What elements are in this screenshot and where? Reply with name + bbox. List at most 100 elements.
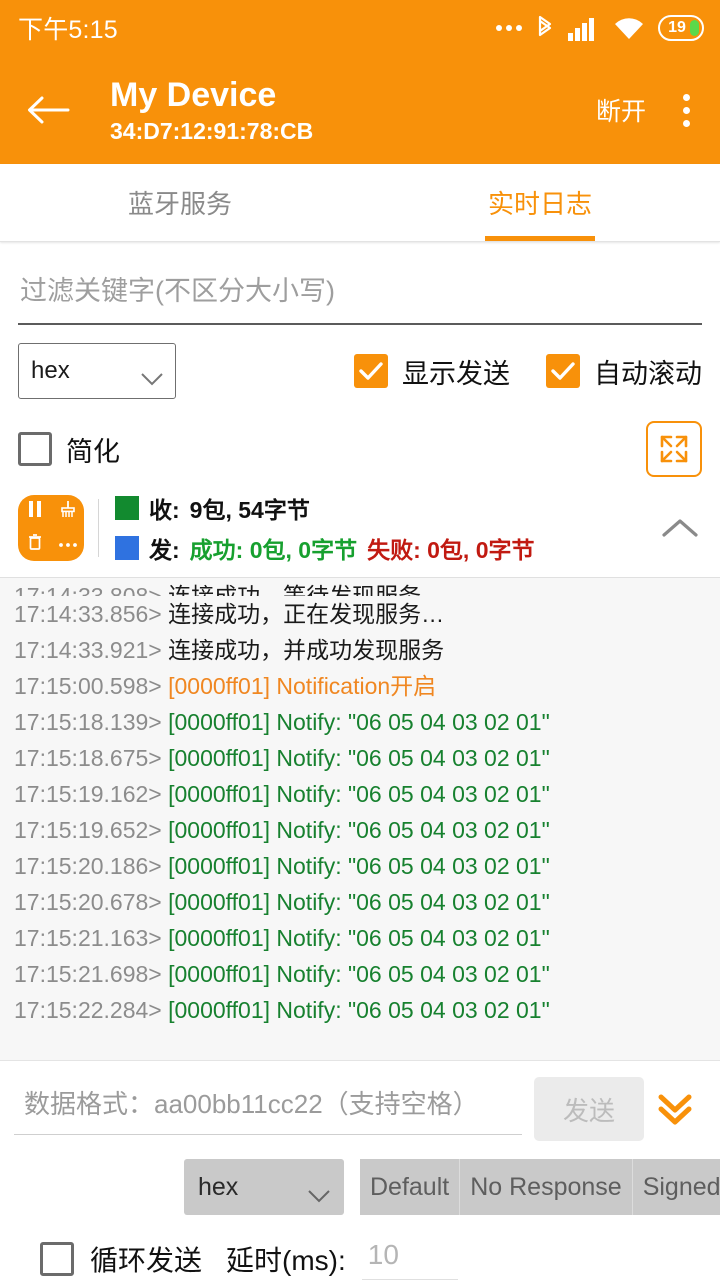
log-output[interactable]: 17:14:33.808> 连接成功，等待发现服务 17:14:33.856> … [0, 577, 720, 1060]
loop-send-row: 循环发送 延时(ms): [0, 1215, 720, 1280]
write-format-select[interactable]: hex [184, 1159, 344, 1215]
tab-bluetooth-services[interactable]: 蓝牙服务 [0, 164, 360, 241]
loop-send-label: 循环发送 [90, 1239, 202, 1279]
chevron-down-icon [141, 365, 163, 378]
log-control-button[interactable] [18, 495, 84, 561]
log-message: 连接成功，等待发现服务 [168, 583, 421, 596]
log-message: [0000ff01] Notify: "06 05 04 03 02 01" [168, 709, 550, 735]
chevron-up-icon[interactable] [658, 517, 702, 539]
log-line: 17:15:22.284> [0000ff01] Notify: "06 05 … [14, 992, 706, 1028]
rx-value: 9包, 54字节 [190, 491, 310, 525]
simplify-checkbox-group[interactable]: 简化 [18, 430, 120, 469]
log-message: [0000ff01] Notification开启 [168, 673, 436, 699]
filter-input[interactable] [18, 272, 702, 325]
log-timestamp: 17:15:20.678> [14, 889, 162, 915]
log-options-row-2: 简化 [0, 399, 720, 477]
more-dots-icon [496, 25, 522, 31]
auto-scroll-label: 自动滚动 [594, 352, 702, 391]
log-timestamp: 17:15:21.698> [14, 961, 162, 987]
log-message: [0000ff01] Notify: "06 05 04 03 02 01" [168, 853, 550, 879]
tx-fail-value: 失败: 0包, 0字节 [367, 531, 534, 565]
log-timestamp: 17:15:19.162> [14, 781, 162, 807]
log-timestamp: 17:15:00.598> [14, 673, 162, 699]
show-send-checkbox[interactable] [354, 354, 388, 388]
simplify-checkbox[interactable] [18, 432, 52, 466]
fullscreen-expand-icon[interactable] [646, 421, 702, 477]
disconnect-button[interactable]: 断开 [586, 84, 656, 136]
send-row: 发送 [0, 1060, 720, 1147]
chevron-down-icon [308, 1181, 330, 1194]
log-timestamp: 17:15:20.186> [14, 853, 162, 879]
app-screen: 下午5:15 19 [0, 0, 720, 1280]
send-data-input[interactable] [14, 1083, 522, 1135]
tx-stats-line: 发: 成功: 0包, 0字节 失败: 0包, 0字节 [115, 531, 535, 565]
status-bar: 下午5:15 19 [0, 0, 720, 56]
log-line: 17:14:33.808> 连接成功，等待发现服务 [14, 578, 706, 596]
rx-stats-line: 收: 9包, 54字节 [115, 491, 535, 525]
write-type-no-response[interactable]: No Response [460, 1159, 632, 1215]
device-address: 34:D7:12:91:78:CB [110, 117, 586, 146]
write-options-row: hex Default No Response Signed [0, 1147, 720, 1215]
log-message: [0000ff01] Notify: "06 05 04 03 02 01" [168, 925, 550, 951]
log-message: [0000ff01] Notify: "06 05 04 03 02 01" [168, 781, 550, 807]
log-line: 17:14:33.856> 连接成功，正在发现服务… [14, 596, 706, 632]
log-line: 17:15:18.139> [0000ff01] Notify: "06 05 … [14, 704, 706, 740]
delay-label: 延时(ms): [226, 1239, 346, 1279]
log-timestamp: 17:15:18.675> [14, 745, 162, 771]
simplify-label: 简化 [66, 430, 120, 469]
log-options-row-1: hex 显示发送 自动滚动 [0, 325, 720, 399]
tx-label: 发: [149, 531, 180, 565]
back-arrow-icon[interactable] [26, 94, 82, 126]
bluetooth-icon [535, 14, 555, 42]
battery-icon: 19 [658, 15, 704, 41]
loop-send-checkbox[interactable] [40, 1242, 74, 1276]
log-message: 连接成功，正在发现服务… [168, 601, 444, 627]
battery-level: 19 [668, 19, 686, 37]
more-dots-icon [58, 536, 78, 554]
write-type-default[interactable]: Default [360, 1159, 460, 1215]
tx-color-swatch [115, 536, 139, 560]
write-type-segmented-control[interactable]: Default No Response Signed [360, 1159, 720, 1215]
tab-realtime-log[interactable]: 实时日志 [360, 164, 720, 241]
log-line: 17:15:20.678> [0000ff01] Notify: "06 05 … [14, 884, 706, 920]
log-timestamp: 17:15:19.652> [14, 817, 162, 843]
rx-color-swatch [115, 496, 139, 520]
show-send-label: 显示发送 [402, 352, 510, 391]
auto-scroll-checkbox[interactable] [546, 354, 580, 388]
log-message: [0000ff01] Notify: "06 05 04 03 02 01" [168, 961, 550, 987]
log-line: 17:15:19.162> [0000ff01] Notify: "06 05 … [14, 776, 706, 812]
tx-success-value: 成功: 0包, 0字节 [190, 531, 357, 565]
log-timestamp: 17:15:22.284> [14, 997, 162, 1023]
send-button[interactable]: 发送 [534, 1077, 644, 1141]
tab-bar: 蓝牙服务 实时日志 [0, 164, 720, 242]
log-format-value: hex [31, 357, 141, 385]
stats-divider [98, 499, 99, 557]
log-line: 17:15:00.598> [0000ff01] Notification开启 [14, 668, 706, 704]
auto-scroll-checkbox-group[interactable]: 自动滚动 [546, 352, 702, 391]
log-timestamp: 17:14:33.808> [14, 583, 162, 596]
log-line: 17:15:18.675> [0000ff01] Notify: "06 05 … [14, 740, 706, 776]
log-format-select[interactable]: hex [18, 343, 176, 399]
wifi-icon [613, 15, 645, 41]
app-bar: My Device 34:D7:12:91:78:CB 断开 [0, 56, 720, 164]
stats-bar: 收: 9包, 54字节 发: 成功: 0包, 0字节 失败: 0包, 0字节 [0, 477, 720, 577]
show-send-checkbox-group[interactable]: 显示发送 [354, 352, 510, 391]
double-chevron-down-icon[interactable] [644, 1089, 706, 1129]
filter-row [0, 242, 720, 325]
write-type-signed[interactable]: Signed [633, 1159, 720, 1215]
log-message: 连接成功，并成功发现服务 [168, 637, 444, 663]
log-message: [0000ff01] Notify: "06 05 04 03 02 01" [168, 889, 550, 915]
rx-label: 收: [149, 491, 180, 525]
stats-text: 收: 9包, 54字节 发: 成功: 0包, 0字节 失败: 0包, 0字节 [115, 491, 535, 565]
log-line: 17:14:33.921> 连接成功，并成功发现服务 [14, 632, 706, 668]
log-message: [0000ff01] Notify: "06 05 04 03 02 01" [168, 817, 550, 843]
log-timestamp: 17:15:21.163> [14, 925, 162, 951]
status-icons: 19 [496, 14, 704, 42]
log-line: 17:15:21.163> [0000ff01] Notify: "06 05 … [14, 920, 706, 956]
overflow-menu-icon[interactable] [656, 94, 702, 127]
delay-input[interactable] [362, 1237, 458, 1280]
log-line: 17:15:21.698> [0000ff01] Notify: "06 05 … [14, 956, 706, 992]
appbar-titles: My Device 34:D7:12:91:78:CB [82, 75, 586, 146]
log-timestamp: 17:15:18.139> [14, 709, 162, 735]
log-message: [0000ff01] Notify: "06 05 04 03 02 01" [168, 997, 550, 1023]
